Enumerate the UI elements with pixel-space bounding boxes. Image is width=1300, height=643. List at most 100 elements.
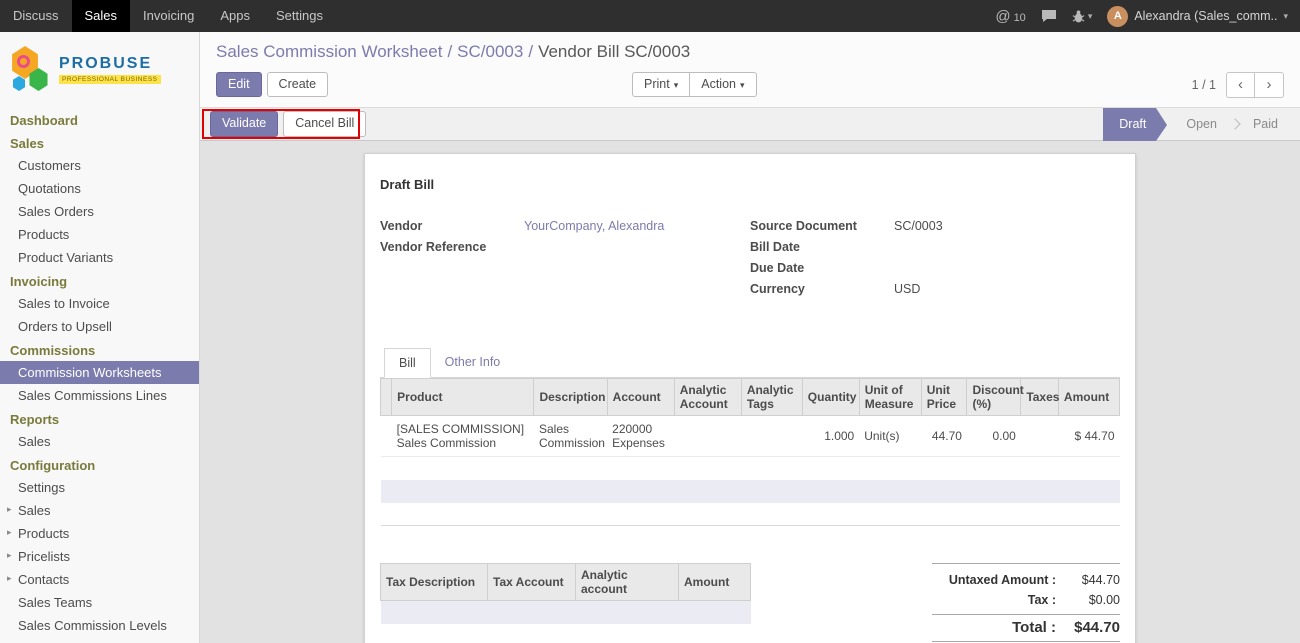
mentions-count: 10 xyxy=(1014,12,1026,24)
menu-discuss[interactable]: Discuss xyxy=(0,0,72,32)
cell-description: Sales Commission xyxy=(534,416,607,457)
at-icon: @ xyxy=(995,8,1010,25)
col-header-taxes[interactable]: Taxes xyxy=(1021,379,1059,416)
menu-settings[interactable]: Settings xyxy=(263,0,336,32)
sidebar-item-config-products[interactable]: ▸Products xyxy=(0,522,199,545)
sidebar-item-product-variants[interactable]: Product Variants xyxy=(0,246,199,269)
pager-previous-button[interactable]: ‹ xyxy=(1226,72,1255,98)
chevron-down-icon: ▾ xyxy=(1283,11,1288,22)
sheet-title: Draft Bill xyxy=(380,177,1120,192)
sidebar-item-contacts[interactable]: ▸ Contacts xyxy=(0,568,199,591)
breadcrumb-sc0003-link[interactable]: SC/0003 xyxy=(457,42,523,61)
sidebar-item-quotations[interactable]: Quotations xyxy=(0,177,199,200)
breadcrumb-worksheet-link[interactable]: Sales Commission Worksheet xyxy=(216,42,442,61)
col-header-analytic-tags[interactable]: Analytic Tags xyxy=(741,379,802,416)
user-menu[interactable]: A Alexandra (Sales_comm.. ▾ xyxy=(1107,6,1288,27)
col-header-quantity[interactable]: Quantity xyxy=(802,379,859,416)
vendor-value-link[interactable]: YourCompany, Alexandra xyxy=(524,219,664,238)
cell-uom: Unit(s) xyxy=(859,416,921,457)
cancel-bill-button[interactable]: Cancel Bill xyxy=(283,111,366,137)
tax-label: Tax : xyxy=(932,590,1056,610)
tab-other-info[interactable]: Other Info xyxy=(431,348,515,378)
menu-sales[interactable]: Sales xyxy=(72,0,131,32)
cell-taxes xyxy=(1021,416,1059,457)
tax-value: $0.00 xyxy=(1056,590,1120,610)
col-header-unit-of-measure[interactable]: Unit of Measure xyxy=(859,379,921,416)
menu-apps[interactable]: Apps xyxy=(207,0,263,32)
sidebar-item-products[interactable]: Products xyxy=(0,223,199,246)
page-title: Vendor Bill SC/0003 xyxy=(538,42,690,61)
chevron-right-icon: ▸ xyxy=(7,527,12,538)
sidebar-item-pricelists[interactable]: ▸Pricelists xyxy=(0,545,199,568)
col-header-tax-account[interactable]: Tax Account xyxy=(488,564,576,601)
logo-name: PROBUSE xyxy=(59,55,161,73)
breadcrumb-separator: / xyxy=(447,42,452,61)
print-dropdown-button[interactable]: Print▾ xyxy=(632,72,690,98)
create-button[interactable]: Create xyxy=(267,72,329,98)
status-open[interactable]: Open xyxy=(1170,108,1233,141)
table-row[interactable]: [SALES COMMISSION] Sales Commission Sale… xyxy=(381,416,1120,457)
source-document-label: Source Document xyxy=(750,219,894,238)
sidebar-item-sales-orders[interactable]: Sales Orders xyxy=(0,200,199,223)
probuse-logo[interactable]: PROBUSE PROFESSIONAL BUSINESS xyxy=(0,32,199,108)
sidebar-item-commission-worksheets[interactable]: Commission Worksheets xyxy=(0,361,199,384)
col-header-tax-amount[interactable]: Amount xyxy=(679,564,751,601)
col-header-analytic-account[interactable]: Analytic Account xyxy=(674,379,741,416)
sidebar-section-commissions[interactable]: Commissions xyxy=(0,338,199,361)
totals-section: Tax Description Tax Account Analytic acc… xyxy=(380,563,1120,643)
col-header-unit-price[interactable]: Unit Price xyxy=(921,379,967,416)
pager-count: 1 / 1 xyxy=(1192,78,1216,92)
col-header-product[interactable]: Product xyxy=(392,379,534,416)
cell-account: 220000 Expenses xyxy=(607,416,674,457)
sidebar: PROBUSE PROFESSIONAL BUSINESS Dashboard … xyxy=(0,32,200,643)
currency-value: USD xyxy=(894,282,920,301)
col-header-tax-description[interactable]: Tax Description xyxy=(381,564,488,601)
tab-bill[interactable]: Bill xyxy=(384,348,431,378)
col-header-description[interactable]: Description xyxy=(534,379,607,416)
sidebar-section-sales[interactable]: Sales xyxy=(0,131,199,154)
sidebar-item-customers[interactable]: Customers xyxy=(0,154,199,177)
col-header-discount[interactable]: Discount (%) xyxy=(967,379,1021,416)
validate-button[interactable]: Validate xyxy=(210,111,278,137)
chevron-down-icon: ▾ xyxy=(740,80,745,90)
action-dropdown-button[interactable]: Action▾ xyxy=(690,72,756,98)
debug-menu[interactable]: ▾ xyxy=(1072,10,1093,23)
sidebar-item-sales-commission-levels[interactable]: Sales Commission Levels xyxy=(0,614,199,637)
table-header-row: Product Description Account Analytic Acc… xyxy=(381,379,1120,416)
col-header-account[interactable]: Account xyxy=(607,379,674,416)
cell-product: [SALES COMMISSION] Sales Commission xyxy=(392,416,534,457)
sidebar-section-configuration[interactable]: Configuration xyxy=(0,453,199,476)
pager-next-button[interactable]: › xyxy=(1255,72,1284,98)
sidebar-item-label: Contacts xyxy=(18,572,69,587)
currency-label: Currency xyxy=(750,282,894,301)
status-draft[interactable]: Draft xyxy=(1103,108,1156,141)
sidebar-item-sales-teams[interactable]: Sales Teams xyxy=(0,591,199,614)
status-paid[interactable]: Paid xyxy=(1237,108,1300,141)
chevron-down-icon: ▾ xyxy=(674,80,679,90)
breadcrumb: Sales Commission Worksheet/SC/0003/Vendo… xyxy=(216,42,1284,62)
form-sheet: Draft Bill Vendor YourCompany, Alexandra… xyxy=(364,153,1136,643)
sidebar-item-orders-to-upsell[interactable]: Orders to Upsell xyxy=(0,315,199,338)
messages-icon[interactable] xyxy=(1041,9,1057,23)
edit-button[interactable]: Edit xyxy=(216,72,262,98)
sidebar-item-label: Sales xyxy=(18,503,51,518)
sidebar-item-dashboard[interactable]: Dashboard xyxy=(0,108,199,131)
avatar: A xyxy=(1107,6,1128,27)
sidebar-item-reports-sales[interactable]: Sales xyxy=(0,430,199,453)
due-date-label: Due Date xyxy=(750,261,894,280)
sidebar-section-reports[interactable]: Reports xyxy=(0,407,199,430)
sidebar-item-settings[interactable]: Settings xyxy=(0,476,199,499)
source-document-value: SC/0003 xyxy=(894,219,943,238)
logo-tagline: PROFESSIONAL BUSINESS xyxy=(59,75,161,84)
sidebar-item-sales-commissions-lines[interactable]: Sales Commissions Lines xyxy=(0,384,199,407)
cell-analytic-tags xyxy=(741,416,802,457)
mentions-counter[interactable]: @ 10 xyxy=(995,8,1025,25)
sidebar-item-sales-to-invoice[interactable]: Sales to Invoice xyxy=(0,292,199,315)
sidebar-item-config-sales[interactable]: ▸Sales xyxy=(0,499,199,522)
sidebar-section-invoicing[interactable]: Invoicing xyxy=(0,269,199,292)
col-header-amount[interactable]: Amount xyxy=(1058,379,1119,416)
chevron-right-icon: ▸ xyxy=(7,573,12,584)
col-header-tax-analytic-account[interactable]: Analytic account xyxy=(576,564,679,601)
menu-invoicing[interactable]: Invoicing xyxy=(130,0,207,32)
row-handle xyxy=(381,416,392,457)
